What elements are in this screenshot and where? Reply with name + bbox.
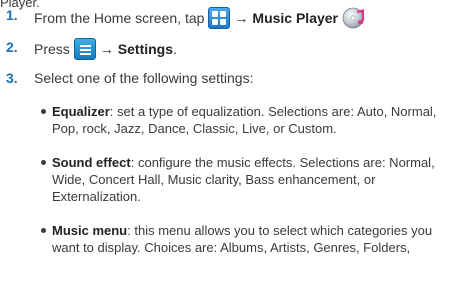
arrow-icon: → <box>234 10 249 26</box>
setting-desc: : this menu allows you to select which c… <box>127 223 433 238</box>
step-text: Press <box>34 41 70 57</box>
music-player-label: Music Player <box>252 10 339 26</box>
bullet-icon <box>41 160 46 165</box>
setting-desc: Pop, rock, Jazz, Dance, Classic, Live, o… <box>52 121 337 136</box>
setting-desc: : set a type of equalization. Selections… <box>109 104 437 119</box>
setting-desc: want to display. Choices are: Albums, Ar… <box>52 240 411 255</box>
arrow-icon: → <box>99 41 114 57</box>
step-number: 1. <box>6 7 18 23</box>
setting-term: Equalizer <box>52 104 110 119</box>
list-item-text: Music menu: this menu allows you to sele… <box>52 222 466 256</box>
step-text: Select one of the following settings: <box>34 70 254 86</box>
apps-grid-icon <box>208 7 231 29</box>
step-content: Select one of the following settings: <box>34 69 253 87</box>
setting-desc: Externalization. <box>52 189 141 204</box>
setting-desc: Wide, Concert Hall, Music clarity, Bass … <box>52 172 376 187</box>
step-number: 3. <box>6 70 18 86</box>
bullet-icon <box>41 109 46 114</box>
setting-desc: : configure the music effects. Selection… <box>130 155 435 170</box>
music-player-icon <box>342 6 366 30</box>
step-content: Press → Settings. <box>34 38 177 60</box>
manual-page: Player. 1. From the Home screen, tap → M… <box>0 0 471 284</box>
step-text: From the Home screen, tap <box>34 10 205 26</box>
step-number: 2. <box>6 39 18 55</box>
settings-label: Settings <box>117 41 174 57</box>
list-item-text: Sound effect: configure the music effect… <box>52 154 466 205</box>
bullet-icon <box>41 228 46 233</box>
setting-term: Sound effect <box>52 155 131 170</box>
setting-term: Music menu <box>52 223 128 238</box>
step-content: From the Home screen, tap → Music Player <box>34 6 366 30</box>
menu-key-icon <box>73 38 96 60</box>
step-suffix: . <box>173 41 177 57</box>
list-item-text: Equalizer: set a type of equalization. S… <box>52 103 466 137</box>
